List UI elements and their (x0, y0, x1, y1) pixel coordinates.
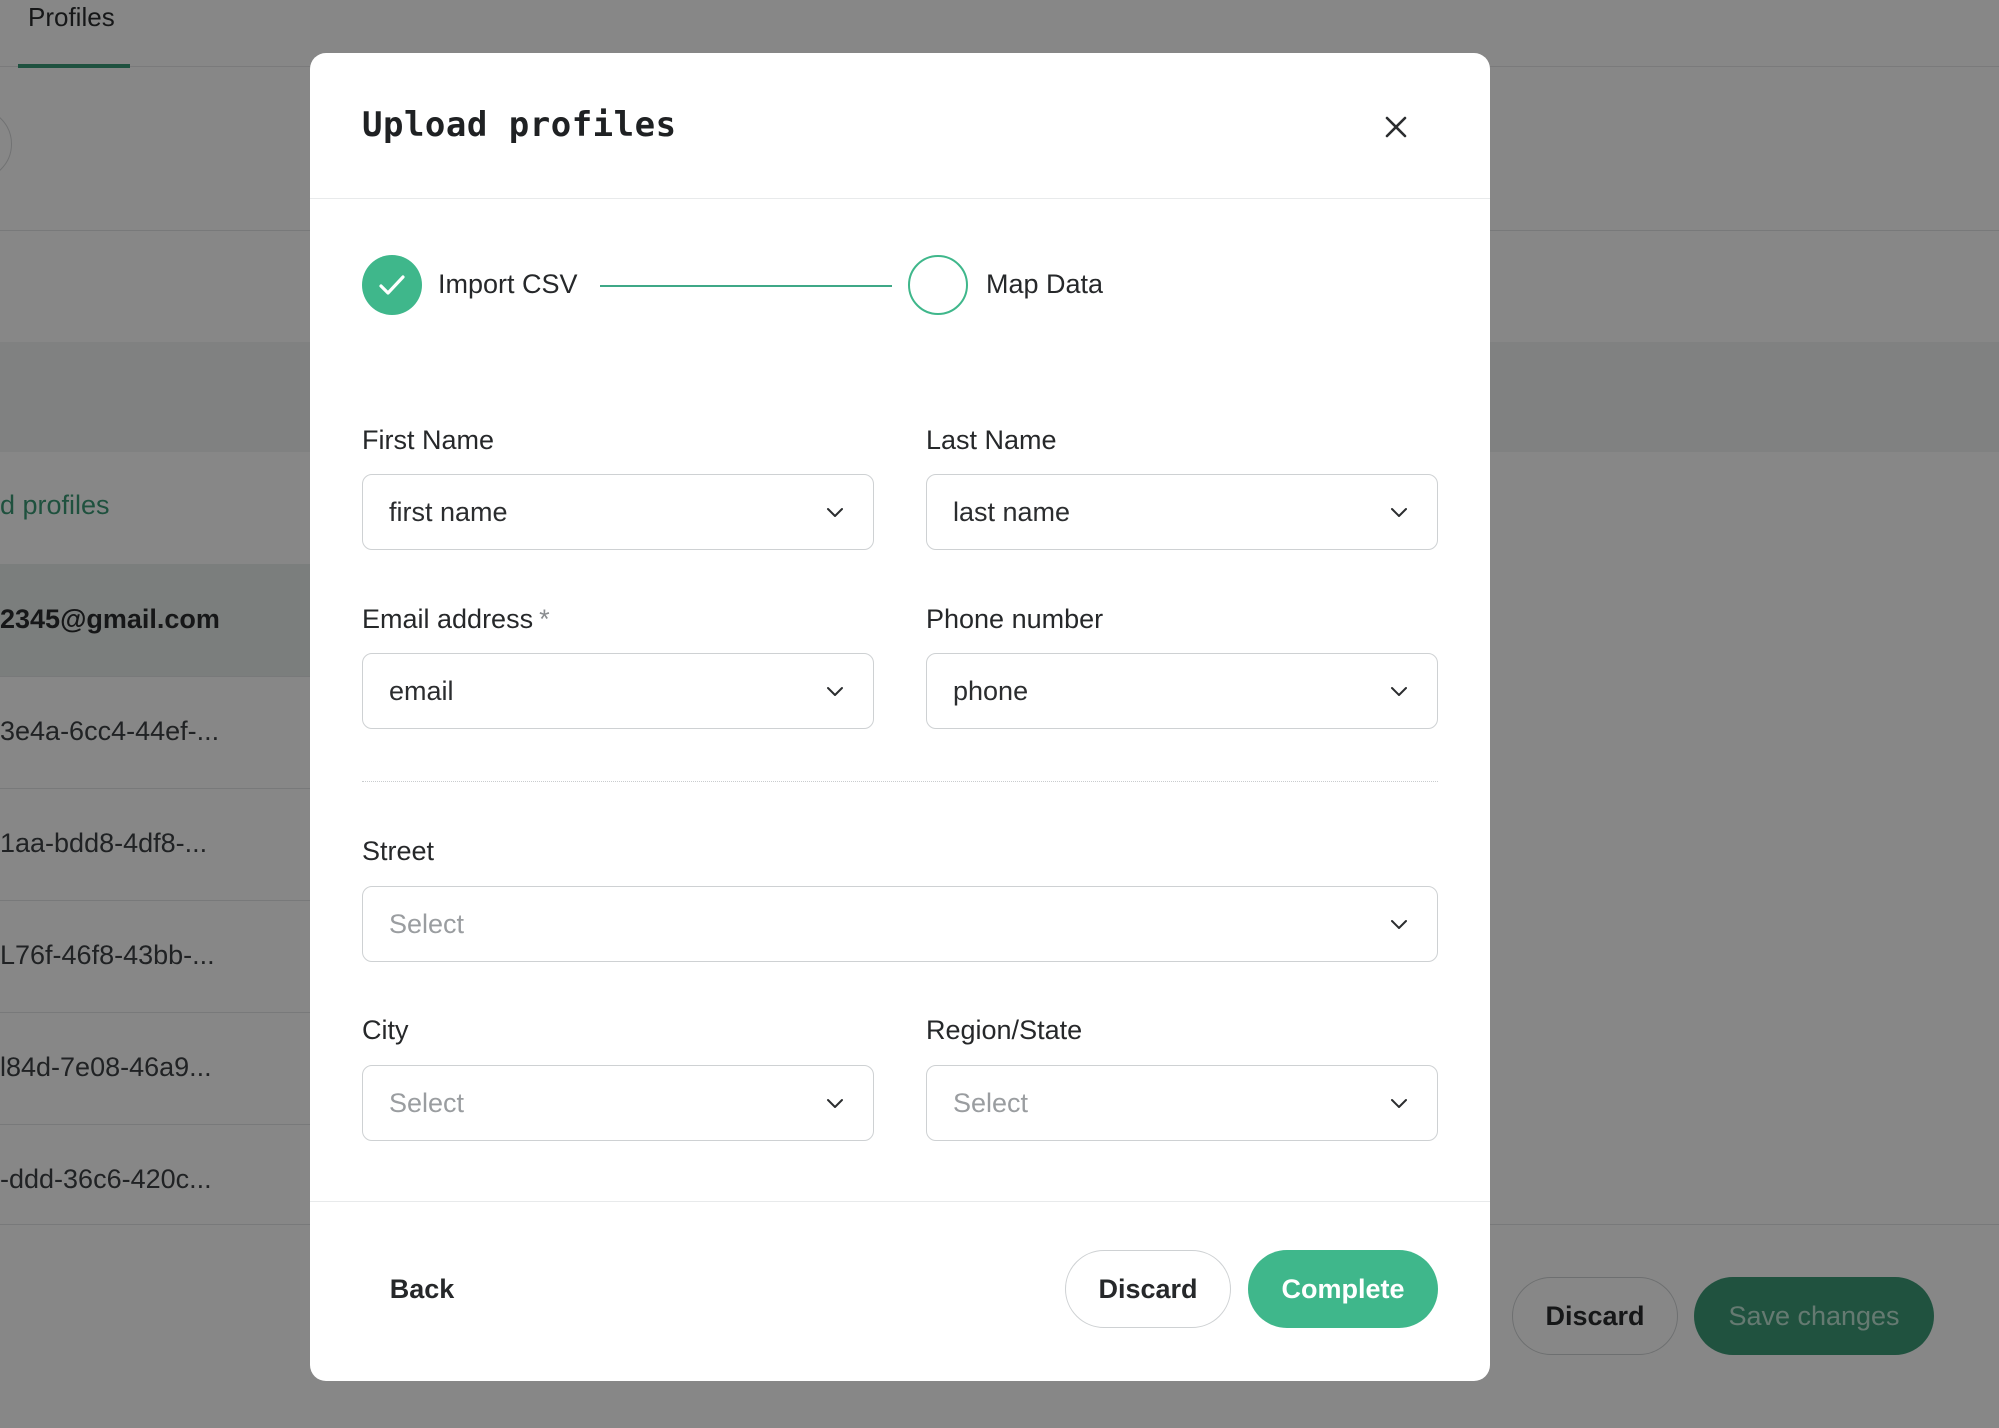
last-name-label: Last Name (926, 425, 1057, 455)
step-label-import-csv: Import CSV (438, 269, 578, 299)
discard-button[interactable]: Discard (1065, 1250, 1231, 1328)
modal-footer: Back Discard Complete (310, 1201, 1490, 1381)
chevron-down-icon (1389, 682, 1409, 702)
section-divider (362, 781, 1438, 782)
close-icon[interactable] (1378, 109, 1414, 145)
modal-header: Upload profiles (310, 53, 1490, 199)
upload-profiles-modal: Upload profiles Import CSV Map Data Firs… (310, 53, 1490, 1381)
email-value: email (389, 676, 454, 706)
first-name-select[interactable]: first name (362, 474, 874, 550)
email-select[interactable]: email (362, 653, 874, 729)
first-name-value: first name (389, 497, 508, 527)
street-label: Street (362, 836, 435, 866)
chevron-down-icon (825, 682, 845, 702)
chevron-down-icon (825, 1094, 845, 1114)
region-placeholder: Select (953, 1088, 1029, 1118)
last-name-value: last name (953, 497, 1071, 527)
street-select[interactable]: Select (362, 886, 1438, 962)
last-name-select[interactable]: last name (926, 474, 1438, 550)
phone-select[interactable]: phone (926, 653, 1438, 729)
street-placeholder: Select (389, 909, 465, 939)
step-connector (600, 285, 892, 287)
city-label: City (362, 1015, 409, 1045)
chevron-down-icon (1389, 915, 1409, 935)
city-select[interactable]: Select (362, 1065, 874, 1141)
step-label-map-data: Map Data (986, 269, 1104, 299)
required-asterisk: * (539, 604, 550, 634)
city-placeholder: Select (389, 1088, 465, 1118)
step-complete-check-icon (362, 255, 422, 315)
phone-label: Phone number (926, 604, 1104, 634)
chevron-down-icon (1389, 503, 1409, 523)
email-label-text: Email address (362, 604, 534, 634)
chevron-down-icon (1389, 1094, 1409, 1114)
email-label: Email address * (362, 604, 550, 635)
step-current-circle-icon (908, 255, 968, 315)
modal-title: Upload profiles (362, 105, 677, 145)
region-select[interactable]: Select (926, 1065, 1438, 1141)
chevron-down-icon (825, 503, 845, 523)
stepper: Import CSV Map Data (362, 255, 1262, 315)
complete-button[interactable]: Complete (1248, 1250, 1438, 1328)
first-name-label: First Name (362, 425, 495, 455)
region-label: Region/State (926, 1015, 1083, 1045)
back-button[interactable]: Back (362, 1250, 482, 1328)
phone-value: phone (953, 676, 1029, 706)
